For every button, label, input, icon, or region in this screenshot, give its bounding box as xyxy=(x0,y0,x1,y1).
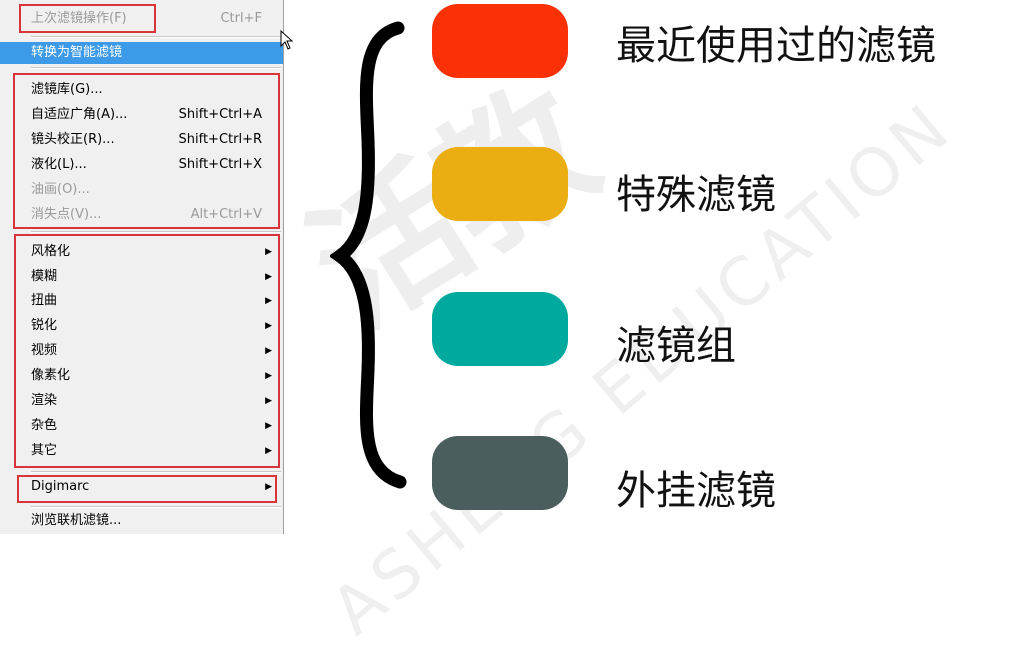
menu-separator xyxy=(31,231,281,233)
menu-separator xyxy=(31,471,281,473)
highlight-box-groups xyxy=(14,234,280,468)
filter-menu: 上次滤镜操作(F) Ctrl+F 转换为智能滤镜 滤镜库(G)... 自适应广角… xyxy=(0,0,284,534)
menu-item-label: 浏览联机滤镜... xyxy=(31,513,122,528)
highlight-box-special xyxy=(13,73,280,229)
menu-separator xyxy=(31,36,281,38)
menu-separator xyxy=(31,506,281,508)
menu-separator xyxy=(31,67,281,69)
highlight-box-plugin xyxy=(17,475,277,503)
menu-item-label: 转换为智能滤镜 xyxy=(31,45,123,60)
menu-item-convert-smart-filter[interactable]: 转换为智能滤镜 xyxy=(0,42,283,64)
legend-swatch-special xyxy=(432,147,568,221)
legend-swatch-plugin xyxy=(432,436,568,510)
legend-label-special: 特殊滤镜 xyxy=(616,172,776,218)
mouse-pointer-icon xyxy=(280,30,294,50)
menu-item-shortcut: Ctrl+F xyxy=(220,11,262,26)
legend-swatch-recent xyxy=(432,4,568,78)
legend-label-plugin: 外挂滤镜 xyxy=(616,468,776,514)
legend-label-groups: 滤镜组 xyxy=(616,323,736,369)
highlight-box-recent xyxy=(19,4,156,33)
curly-brace-icon xyxy=(330,21,407,489)
menu-item-browse-online-filters[interactable]: 浏览联机滤镜... xyxy=(0,509,283,533)
legend-swatch-groups xyxy=(432,292,568,366)
legend-label-recent: 最近使用过的滤镜 xyxy=(616,23,936,69)
